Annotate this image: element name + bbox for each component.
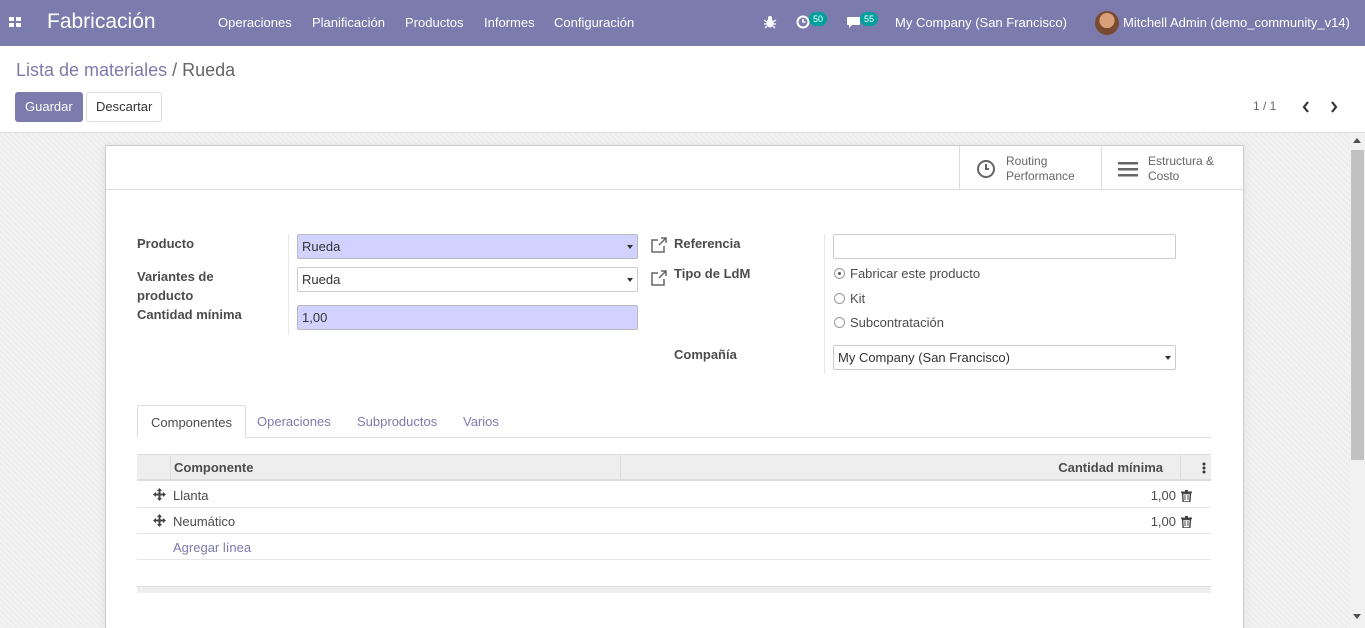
breadcrumb-separator: / (172, 60, 178, 80)
breadcrumb: Lista de materiales / Rueda (16, 60, 235, 81)
product-select-value: Rueda (302, 239, 341, 254)
breadcrumb-parent-link[interactable]: Lista de materiales (16, 60, 167, 80)
menu-operaciones[interactable]: Operaciones (218, 15, 292, 30)
breadcrumb-current: Rueda (182, 60, 236, 80)
structure-label-line2: Costo (1148, 169, 1180, 183)
radio-icon[interactable] (834, 293, 845, 304)
activity-count-badge: 50 (809, 12, 828, 26)
activity-clock-icon[interactable] (796, 14, 810, 30)
variants-select[interactable]: Rueda (297, 267, 638, 292)
component-name[interactable]: Llanta (173, 488, 208, 503)
smart-button-box: Routing Performance Estructura & Costo (106, 146, 1245, 190)
company-select[interactable]: My Company (San Francisco) (833, 345, 1176, 370)
trash-icon[interactable] (1181, 490, 1192, 502)
discard-button[interactable]: Descartar (86, 92, 163, 122)
chevron-down-icon (1165, 356, 1171, 360)
component-name[interactable]: Neumático (173, 514, 235, 529)
components-table-footer (137, 586, 1211, 593)
min-qty-label: Cantidad mínima (137, 307, 242, 322)
bug-icon[interactable] (763, 14, 777, 30)
tab-operaciones[interactable]: Operaciones (244, 405, 344, 438)
radio-icon[interactable] (834, 317, 845, 328)
pager-counter[interactable]: 1 / 1 (1253, 99, 1276, 113)
menu-configuracion[interactable]: Configuración (554, 15, 634, 30)
drag-handle-icon[interactable] (153, 514, 166, 527)
variants-select-value: Rueda (302, 272, 341, 287)
column-header-component[interactable]: Componente (174, 460, 253, 475)
reference-label: Referencia (674, 236, 741, 251)
trash-icon[interactable] (1181, 516, 1192, 528)
external-link-icon[interactable] (650, 270, 668, 287)
scroll-down-icon[interactable] (1353, 614, 1361, 619)
column-header-min-qty[interactable]: Cantidad mínima (1058, 460, 1163, 475)
reference-input[interactable] (833, 234, 1176, 259)
component-qty[interactable]: 1,00 (1151, 514, 1176, 529)
column-separator (170, 455, 171, 480)
pager-next-icon[interactable] (1329, 100, 1339, 114)
chevron-down-icon (627, 278, 633, 282)
variants-label-line1: Variantes de (137, 269, 214, 284)
radio-selected-icon[interactable] (834, 268, 845, 279)
clock-icon (977, 160, 995, 178)
bom-type-option-kit[interactable]: Kit (834, 291, 865, 307)
bom-type-option-normal-label: Fabricar este producto (850, 266, 981, 281)
user-menu[interactable]: Mitchell Admin (demo_community_v14) (1123, 15, 1350, 30)
variants-label-line2: producto (137, 288, 194, 303)
column-separator (620, 455, 621, 480)
message-count-badge: 55 (860, 12, 879, 26)
table-row[interactable]: Neumático 1,00 (137, 508, 1211, 534)
table-row[interactable]: Llanta 1,00 (137, 482, 1211, 508)
app-title[interactable]: Fabricación (47, 10, 156, 34)
apps-menu-icon[interactable] (9, 17, 23, 29)
structure-cost-button[interactable]: Estructura & Costo (1101, 146, 1245, 189)
user-avatar[interactable] (1095, 11, 1119, 35)
scroll-up-icon[interactable] (1353, 138, 1361, 143)
tab-varios[interactable]: Varios (450, 405, 512, 438)
right-group-separator (824, 234, 825, 374)
component-qty[interactable]: 1,00 (1151, 488, 1176, 503)
column-separator (1180, 455, 1181, 480)
menu-informes[interactable]: Informes (484, 15, 535, 30)
tab-componentes[interactable]: Componentes (137, 405, 246, 438)
bars-icon (1118, 162, 1138, 177)
components-table-header: Componente Cantidad mínima (137, 454, 1211, 481)
company-label: Compañía (674, 347, 737, 362)
top-navbar: Fabricación Operaciones Planificación Pr… (0, 0, 1365, 46)
routing-performance-button[interactable]: Routing Performance (959, 146, 1102, 189)
menu-planificacion[interactable]: Planificación (312, 15, 385, 30)
pager-previous-icon[interactable] (1301, 100, 1311, 114)
chevron-down-icon (627, 245, 633, 249)
product-select[interactable]: Rueda (297, 234, 638, 259)
min-qty-value: 1,00 (302, 310, 328, 325)
structure-label-line1: Estructura & (1148, 154, 1215, 168)
scrollbar-thumb[interactable] (1351, 150, 1364, 460)
bom-type-option-kit-label: Kit (850, 291, 866, 306)
menu-productos[interactable]: Productos (405, 15, 464, 30)
add-line-link[interactable]: Agregar línea (173, 540, 251, 555)
bom-type-label: Tipo de LdM (674, 266, 751, 281)
product-label: Producto (137, 236, 195, 251)
routing-label-line2: Performance (1006, 169, 1075, 183)
min-qty-input[interactable]: 1,00 (297, 305, 638, 330)
company-switcher[interactable]: My Company (San Francisco) (895, 15, 1067, 30)
company-select-value: My Company (San Francisco) (838, 350, 1010, 365)
bom-type-option-subcontract[interactable]: Subcontratación (834, 315, 944, 331)
external-link-icon[interactable] (650, 237, 668, 254)
bom-type-option-normal[interactable]: Fabricar este producto (834, 266, 980, 282)
save-button[interactable]: Guardar (15, 92, 83, 122)
add-line-row: Agregar línea (137, 534, 1211, 560)
left-group-separator (288, 234, 289, 335)
drag-handle-icon[interactable] (153, 488, 166, 501)
routing-label-line1: Routing (1006, 154, 1048, 168)
tab-subproductos[interactable]: Subproductos (344, 405, 450, 438)
optional-columns-icon[interactable] (1202, 462, 1206, 474)
bom-type-option-subcontract-label: Subcontratación (850, 315, 944, 330)
